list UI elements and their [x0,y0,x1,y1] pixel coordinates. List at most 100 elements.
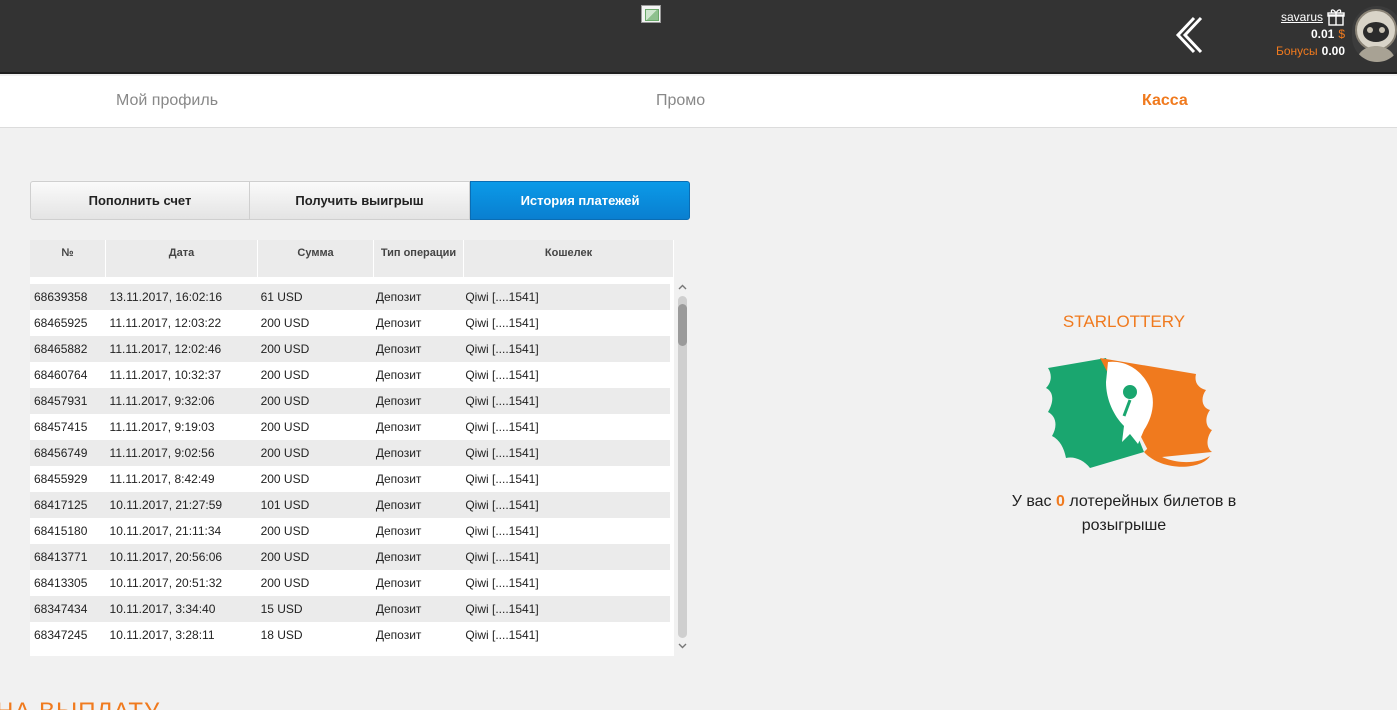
cell-amount: 200 USD [260,472,310,486]
column-header-number: № [30,240,106,277]
cell-operation-type: Депозит [375,498,422,512]
cell-amount: 200 USD [260,576,310,590]
cell-number: 68455929 [34,472,88,486]
table-row: 68457931 11.11.2017, 9:32:06 200 USD Депози… [30,388,670,414]
tab-withdraw[interactable]: Получить выигрыш [250,181,470,220]
cell-operation-type: Депозит [375,602,422,616]
scroll-track[interactable] [678,296,687,638]
cell-wallet: Qiwi [....1541] [465,342,539,356]
cell-operation-type: Депозит [375,550,422,564]
column-header-operation-type: Тип операции [374,240,464,277]
nav-item-promo[interactable]: Промо [656,92,705,110]
cell-date: 10.11.2017, 20:56:06 [109,550,223,564]
cell-number: 68347434 [34,602,88,616]
lottery-text-before: У вас [1011,493,1052,510]
column-header-date: Дата [106,240,258,277]
cell-wallet: Qiwi [....1541] [465,602,539,616]
payment-history-table: № Дата Сумма Тип операции Кошелек 686393… [30,240,674,656]
cell-amount: 61 USD [260,290,303,304]
username-link[interactable]: savarus [1281,9,1323,26]
main-nav: Мой профиль Промо Касса [0,76,1397,128]
astronaut-avatar [1352,6,1397,62]
table-row: 68465925 11.11.2017, 12:03:22 200 USD Депоз… [30,310,670,336]
table-row: 68415180 10.11.2017, 21:11:34 200 USD Депоз… [30,518,670,544]
cell-amount: 18 USD [260,628,303,642]
user-info: savarus 0.01 $ Бонусы 0.00 [1276,8,1345,60]
table-row: 68413305 10.11.2017, 20:51:32 200 USD Депоз… [30,570,670,596]
cell-operation-type: Депозит [375,394,422,408]
table-row: 68347434 10.11.2017, 3:34:40 15 USD Депозит… [30,596,670,622]
table-row: 68456749 11.11.2017, 9:02:56 200 USD Депози… [30,440,670,466]
cell-number: 68457415 [34,420,88,434]
cell-operation-type: Депозит [375,446,422,460]
cell-date: 11.11.2017, 8:42:49 [109,472,215,486]
nav-item-profile[interactable]: Мой профиль [116,92,218,110]
balance-currency: $ [1338,27,1345,41]
back-chevron-button[interactable] [1170,14,1204,56]
cell-date: 11.11.2017, 9:19:03 [109,420,215,434]
top-bar: savarus 0.01 $ Бонусы 0.00 [0,0,1397,74]
lottery-text-after: лотерейных билетов в розыгрыше [1069,493,1237,534]
cell-number: 68639358 [34,290,88,304]
cell-number: 68456749 [34,446,88,460]
cell-wallet: Qiwi [....1541] [465,290,539,304]
payout-heading: НА ВЫПЛАТУ [0,698,160,710]
lottery-panel: STARLOTTERY У вас 0 лотерейных билетов в… [990,312,1258,538]
cell-operation-type: Депозит [375,472,422,486]
cell-date: 10.11.2017, 3:34:40 [109,602,216,616]
column-header-wallet: Кошелек [464,240,674,277]
cell-amount: 200 USD [260,342,310,356]
cell-amount: 200 USD [260,550,310,564]
cell-date: 11.11.2017, 10:32:37 [109,368,222,382]
scroll-down-icon[interactable] [677,640,688,651]
table-body: 68639358 13.11.2017, 16:02:16 61 USD Депози… [30,284,670,648]
cell-date: 11.11.2017, 9:32:06 [109,394,215,408]
cell-wallet: Qiwi [....1541] [465,524,539,538]
table-row: 68465882 11.11.2017, 12:02:46 200 USD Депоз… [30,336,670,362]
broken-image-icon [641,5,661,23]
cell-operation-type: Депозит [375,420,422,434]
chevron-left-icon [1175,16,1203,54]
cell-wallet: Qiwi [....1541] [465,368,539,382]
table-row: 68457415 11.11.2017, 9:19:03 200 USD Депози… [30,414,670,440]
balance-value: 0.01 [1310,27,1335,41]
cell-number: 68457931 [34,394,88,408]
lottery-ticket-rocket-icon [1046,358,1212,468]
cell-amount: 200 USD [260,394,310,408]
cell-date: 13.11.2017, 16:02:16 [109,290,223,304]
avatar[interactable] [1352,6,1397,62]
cell-operation-type: Депозит [375,290,422,304]
cell-number: 68460764 [34,368,88,382]
gift-icon[interactable] [1327,8,1345,26]
cell-date: 11.11.2017, 9:02:56 [109,446,215,460]
cell-amount: 200 USD [260,524,310,538]
cell-number: 68417125 [34,498,88,512]
cell-wallet: Qiwi [....1541] [465,576,539,590]
tab-deposit[interactable]: Пополнить счет [30,181,250,220]
lottery-title: STARLOTTERY [1062,312,1186,331]
cell-operation-type: Депозит [375,368,422,382]
scroll-thumb[interactable] [678,304,687,346]
cell-amount: 101 USD [260,498,310,512]
cell-amount: 200 USD [260,316,310,330]
cell-wallet: Qiwi [....1541] [465,420,539,434]
table-row: 68460764 11.11.2017, 10:32:37 200 USD Депоз… [30,362,670,388]
table-row: 68455929 11.11.2017, 8:42:49 200 USD Депози… [30,466,670,492]
cell-date: 10.11.2017, 21:27:59 [109,498,223,512]
cell-wallet: Qiwi [....1541] [465,498,539,512]
cell-operation-type: Депозит [375,576,422,590]
nav-item-cashier[interactable]: Касса [1142,92,1188,110]
bonus-label: Бонусы [1275,44,1318,58]
cell-date: 11.11.2017, 12:02:46 [109,342,222,356]
cell-operation-type: Депозит [375,316,422,330]
cell-wallet: Qiwi [....1541] [465,394,539,408]
scroll-up-icon[interactable] [677,282,688,293]
cell-date: 10.11.2017, 3:28:11 [109,628,215,642]
tab-payment-history[interactable]: История платежей [470,181,690,220]
cell-wallet: Qiwi [....1541] [465,628,539,642]
cell-number: 68413771 [34,550,88,564]
cell-amount: 15 USD [260,602,303,616]
table-scrollbar[interactable] [675,282,690,656]
cell-wallet: Qiwi [....1541] [465,472,539,486]
lottery-ticket-count: 0 [1056,493,1065,510]
